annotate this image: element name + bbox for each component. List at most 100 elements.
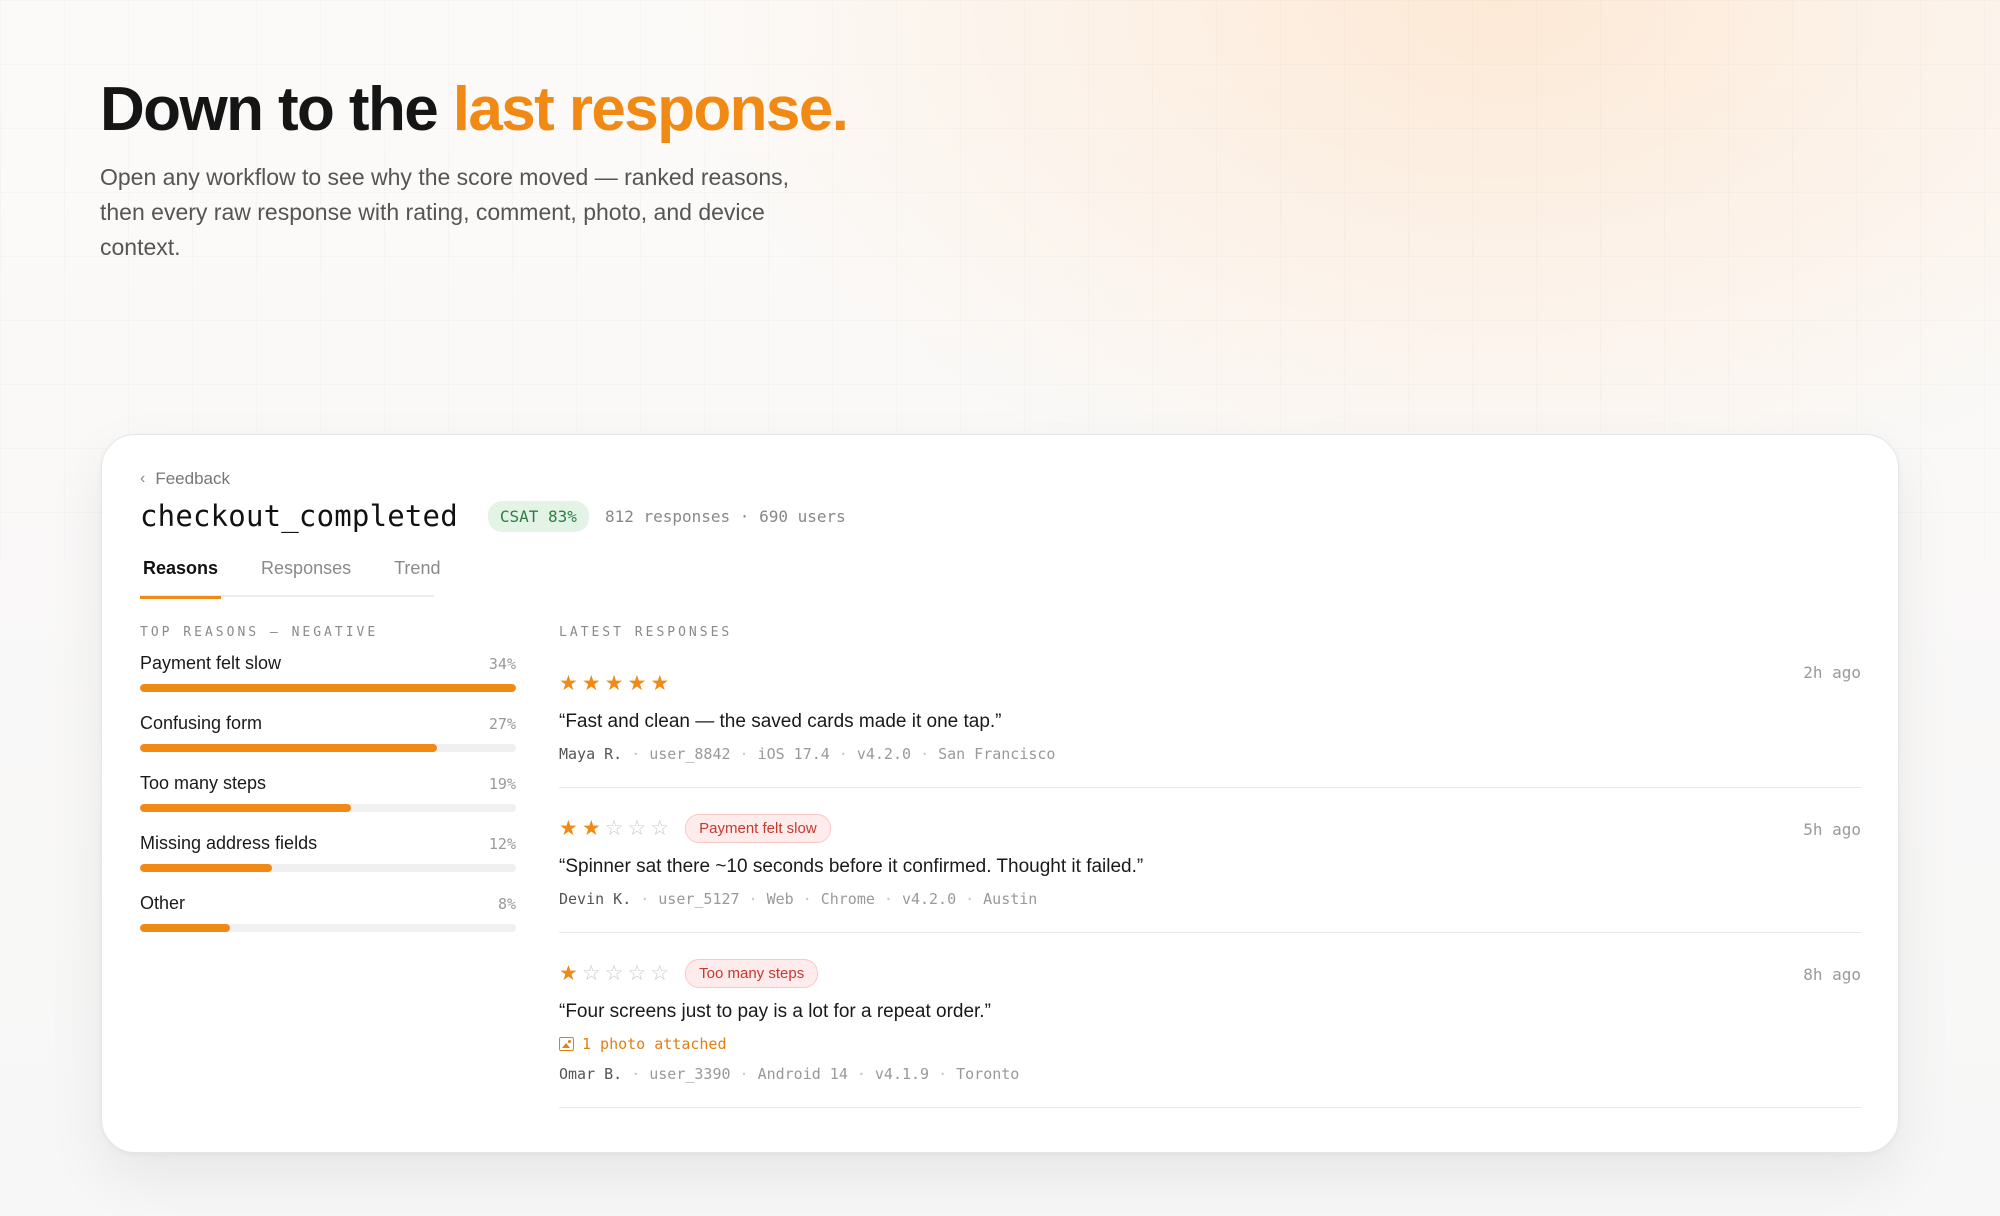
separator: · [802, 890, 812, 908]
device-detail: Toronto [956, 1065, 1020, 1083]
reasons-heading: TOP REASONS — NEGATIVE [140, 625, 379, 640]
device-detail: user_8842 [649, 745, 731, 763]
reason-label: Missing address fields [140, 833, 318, 853]
reason-tag: Too many steps [685, 958, 819, 988]
workflow-title: checkout_completed [140, 499, 458, 533]
user-name: Omar B. [559, 1065, 623, 1083]
star-filled-icon: ★ [627, 671, 647, 695]
star-rating: ★ ☆ ☆ ☆ ☆ [559, 963, 669, 984]
star-filled-icon: ★ [581, 816, 601, 840]
reason-label: Other [140, 893, 186, 913]
response-time: 2h ago [1803, 663, 1861, 682]
star-rating: ★ ★ ★ ★ ★ [559, 673, 669, 694]
response-comment: “Spinner sat there ~10 seconds before it… [559, 856, 1144, 877]
device-detail: Android 14 [757, 1065, 848, 1083]
device-detail: Austin [983, 890, 1038, 908]
separator: · [739, 1065, 749, 1083]
hero-title-accent: last response. [452, 75, 849, 144]
reason-bar-track [140, 924, 516, 932]
reason-tag: Payment felt slow [685, 813, 831, 843]
separator: · [631, 1065, 641, 1083]
device-detail: v4.2.0 [856, 745, 912, 763]
reason-label: Confusing form [140, 713, 263, 733]
device-detail: iOS 17.4 [757, 745, 830, 763]
separator: · [883, 890, 893, 908]
response-item[interactable]: ★ ☆ ☆ ☆ ☆ Too many steps 8h ago “Four screen… [559, 933, 1861, 1108]
reason-percent: 8% [497, 895, 516, 913]
reason-percent: 19% [488, 775, 516, 793]
star-empty-icon: ☆ [650, 961, 670, 985]
responses-heading: LATEST RESPONSES [559, 625, 733, 640]
responses-list: ★ ★ ★ ★ ★ 2h ago “Fast and clean — the saved… [559, 653, 1861, 1108]
star-filled-icon: ★ [559, 816, 578, 840]
hero-subtitle: Open any workflow to see why the score m… [100, 164, 790, 260]
tab-reasons[interactable]: Reasons [140, 553, 222, 599]
photo-label: 1 photo attached [582, 1035, 727, 1053]
tab-bar: Reasons Responses Trend [140, 553, 440, 599]
separator: · [739, 745, 749, 763]
reason-percent: 12% [488, 835, 516, 853]
breadcrumb[interactable]: ‹ Feedback [140, 469, 230, 489]
device-detail: San Francisco [938, 745, 1056, 763]
reason-bar-fill [140, 864, 272, 872]
response-time: 8h ago [1803, 965, 1861, 984]
device-detail: v4.1.9 [874, 1065, 930, 1083]
reason-item[interactable]: Other 8% [140, 893, 516, 953]
device-context: Devin K. · user_5127 · Web · Chrome · v4.2.0 · Aus… [559, 890, 1861, 908]
reason-bar-track [140, 864, 516, 872]
photo-attachment[interactable]: 1 photo attached [559, 1035, 1861, 1053]
separator: · [920, 745, 930, 763]
workflow-header: checkout_completed CSAT 83% 812 response… [140, 499, 846, 533]
separator: · [965, 890, 975, 908]
reason-percent: 34% [488, 655, 516, 673]
reason-item[interactable]: Missing address fields 12% [140, 833, 516, 893]
separator: · [856, 1065, 866, 1083]
response-item[interactable]: ★ ★ ★ ★ ★ 2h ago “Fast and clean — the saved… [559, 653, 1861, 788]
device-detail: user_5127 [658, 890, 740, 908]
reason-bar-fill [140, 744, 438, 752]
device-context: Omar B. · user_3390 · Android 14 · v4.1.9 · Toro… [559, 1065, 1861, 1083]
reason-bar-fill [140, 684, 516, 692]
star-empty-icon: ☆ [650, 816, 670, 840]
hero-title-main: Down to the [100, 75, 439, 144]
device-detail: Web [766, 890, 794, 908]
device-detail: Chrome [820, 890, 875, 908]
reason-item[interactable]: Too many steps 19% [140, 773, 516, 833]
response-comment: “Fast and clean — the saved cards made i… [559, 711, 1002, 732]
reason-bar-fill [140, 804, 351, 812]
reason-percent: 27% [488, 715, 516, 733]
response-comment: “Four screens just to pay is a lot for a… [559, 1001, 991, 1022]
reason-bar-track [140, 744, 516, 752]
separator: · [838, 745, 848, 763]
tab-trend[interactable]: Trend [391, 553, 443, 597]
star-empty-icon: ☆ [581, 961, 601, 985]
hero-title: Down to the last response. [100, 72, 860, 148]
reason-label: Too many steps [140, 773, 267, 793]
device-detail: v4.2.0 [901, 890, 957, 908]
star-filled-icon: ★ [650, 671, 670, 695]
response-item[interactable]: ★ ★ ☆ ☆ ☆ Payment felt slow 5h ago “Spinner … [559, 788, 1861, 933]
user-name: Maya R. [559, 745, 623, 763]
hero: Down to the last response. Open any work… [100, 72, 860, 265]
reasons-list: Payment felt slow 34% Confusing form 27%… [140, 653, 516, 953]
workflow-meta: 812 responses · 690 users [604, 506, 846, 526]
user-name: Devin K. [559, 890, 632, 908]
device-context: Maya R. · user_8842 · iOS 17.4 · v4.2.0 · San Fr… [559, 745, 1861, 763]
separator: · [748, 890, 758, 908]
reason-bar-track [140, 684, 516, 692]
star-empty-icon: ☆ [627, 961, 647, 985]
reason-item[interactable]: Payment felt slow 34% [140, 653, 516, 713]
response-time: 5h ago [1803, 820, 1861, 839]
star-filled-icon: ★ [604, 671, 624, 695]
separator: · [938, 1065, 948, 1083]
workflow-card: ‹ Feedback checkout_completed CSAT 83% 8… [101, 434, 1899, 1153]
breadcrumb-label: Feedback [155, 469, 230, 488]
star-rating: ★ ★ ☆ ☆ ☆ [559, 818, 669, 839]
image-icon [559, 1037, 574, 1051]
star-filled-icon: ★ [559, 961, 578, 985]
separator: · [640, 890, 650, 908]
reason-label: Payment felt slow [140, 653, 282, 673]
tab-responses[interactable]: Responses [258, 553, 354, 597]
separator: · [631, 745, 641, 763]
reason-item[interactable]: Confusing form 27% [140, 713, 516, 773]
